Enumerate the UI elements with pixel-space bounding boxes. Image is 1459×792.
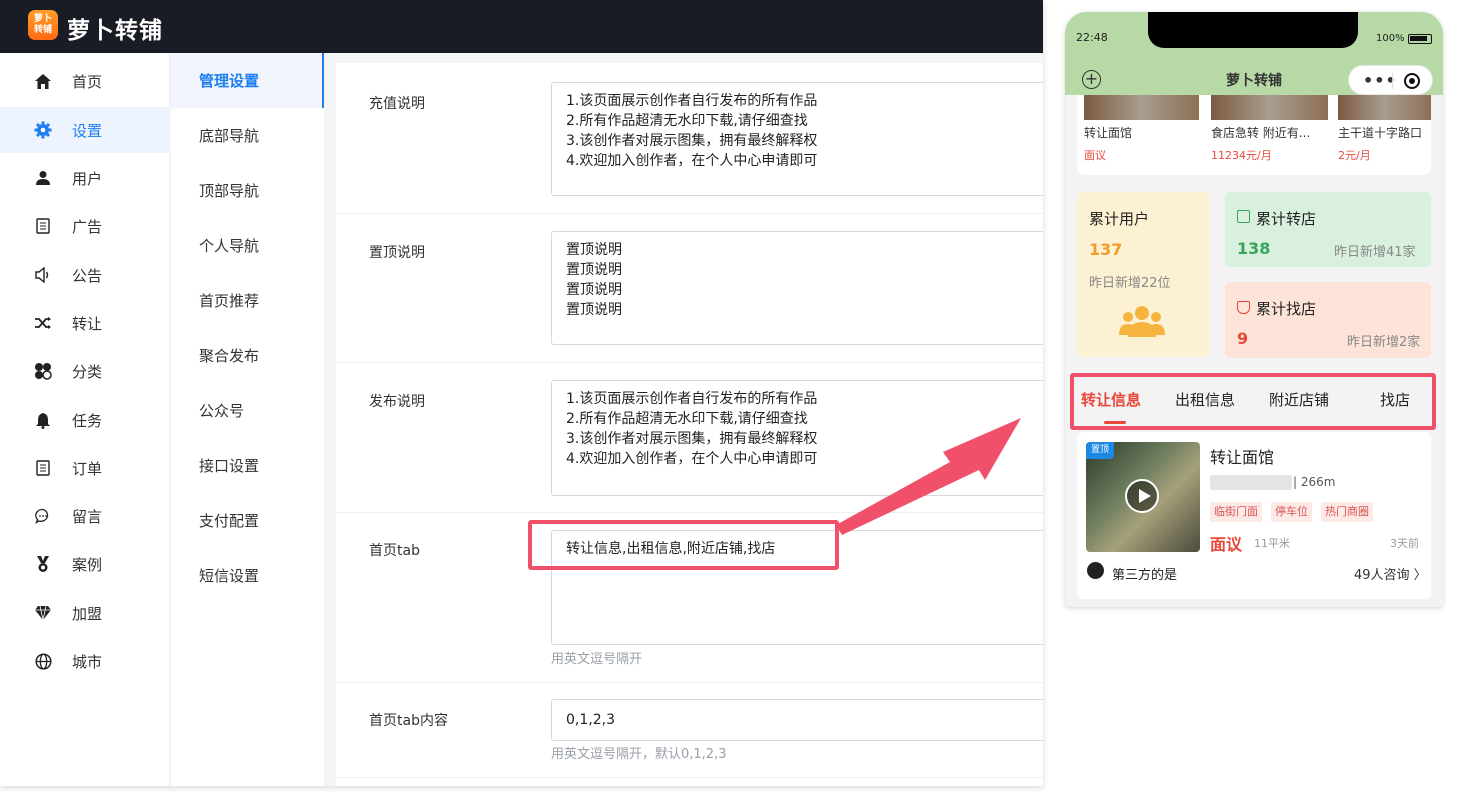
listing-price: 面议 xyxy=(1084,149,1106,162)
active-tab-indicator xyxy=(1104,421,1126,424)
card-user: 第三方的是 xyxy=(1112,568,1178,583)
card-distance: | 266m xyxy=(1293,475,1336,489)
capsule-divider xyxy=(1392,73,1393,89)
battery-percent: 100% xyxy=(1376,33,1405,44)
listing-card[interactable]: 置顶 转让面馆 | 266m 临街门面 停车位 热门商圈 面议 11平米 3天前… xyxy=(1077,432,1431,599)
close-miniapp-icon[interactable] xyxy=(1404,73,1420,89)
pin-badge: 置顶 xyxy=(1086,442,1114,459)
status-time: 22:48 xyxy=(1076,31,1108,44)
phone-preview: 22:48 100% + 萝卜转铺 ••• 转让面馆 面议 食店急转 附近有..… xyxy=(1065,12,1443,607)
tab-rental-info[interactable]: 出租信息 xyxy=(1175,389,1235,410)
stat-title: 累计用户 xyxy=(1089,210,1150,228)
stat-value: 137 xyxy=(1089,240,1123,259)
listing-price: 11234元/月 xyxy=(1211,149,1272,162)
card-area: 11平米 xyxy=(1254,537,1290,550)
listing-name: 食店急转 附近有... xyxy=(1211,126,1311,140)
shop-icon xyxy=(1237,210,1250,223)
listing-name: 转让面馆 xyxy=(1084,126,1133,140)
miniapp-capsule[interactable]: ••• xyxy=(1348,65,1433,95)
home-tabs: 转让信息 出租信息 附近店铺 找店 xyxy=(1070,373,1436,430)
stat-title: 累计转店 xyxy=(1256,210,1317,228)
stat-card-transfer[interactable]: 累计转店 138 昨日新增41家 xyxy=(1225,192,1431,267)
play-icon[interactable] xyxy=(1125,479,1159,513)
stat-sub: 昨日新增2家 xyxy=(1347,335,1421,350)
card-title: 转让面馆 xyxy=(1210,448,1275,467)
stat-value: 9 xyxy=(1237,329,1249,348)
card-price: 面议 xyxy=(1210,535,1243,554)
avatar xyxy=(1087,562,1104,579)
listing-price: 2元/月 xyxy=(1338,149,1371,162)
battery-icon xyxy=(1408,34,1432,44)
listing-thumb xyxy=(1084,95,1199,120)
listing-thumb xyxy=(1338,95,1431,120)
card-tag: 停车位 xyxy=(1271,502,1312,522)
stat-sub: 昨日新增22位 xyxy=(1089,276,1171,291)
card-tag: 临街门面 xyxy=(1210,502,1262,522)
stat-card-find[interactable]: 累计找店 9 昨日新增2家 xyxy=(1225,282,1431,358)
card-tag: 热门商圈 xyxy=(1321,502,1373,522)
store-icon xyxy=(1237,301,1250,314)
phone-notch xyxy=(1148,12,1358,48)
users-group-icon xyxy=(1119,306,1165,337)
stat-value: 138 xyxy=(1237,239,1271,258)
tab-nearby-shops[interactable]: 附近店铺 xyxy=(1269,389,1329,410)
card-time-ago: 3天前 xyxy=(1390,537,1419,550)
listing-video-thumb[interactable]: 置顶 xyxy=(1086,442,1200,552)
tab-find-shop[interactable]: 找店 xyxy=(1380,389,1410,410)
screenshot: 萝卜 转铺 萝卜转铺 首页 设置 用户 广告 公告 转让 分类 任务 订单 留言… xyxy=(0,0,1459,792)
tab-transfer-info[interactable]: 转让信息 xyxy=(1081,389,1141,410)
stat-card-users[interactable]: 累计用户 137 昨日新增22位 xyxy=(1077,192,1210,357)
recommend-strip: 转让面馆 面议 食店急转 附近有... 11234元/月 主干道十字路口 2元/… xyxy=(1077,95,1431,175)
stat-title: 累计找店 xyxy=(1256,300,1317,318)
blurred-address xyxy=(1210,475,1292,490)
listing-thumb xyxy=(1211,95,1328,120)
card-consult-count[interactable]: 49人咨询 〉 xyxy=(1354,564,1427,583)
stat-sub: 昨日新增41家 xyxy=(1334,245,1416,260)
listing-name: 主干道十字路口 xyxy=(1338,126,1423,140)
